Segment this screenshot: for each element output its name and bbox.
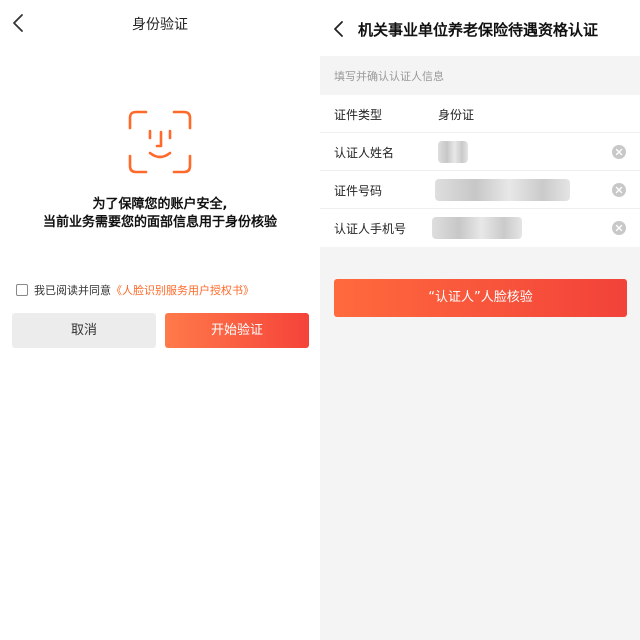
page-title: 机关事业单位养老保险待遇资格认证	[358, 21, 599, 39]
notice-line-2: 当前业务需要您的面部信息用于身份核验	[42, 215, 277, 230]
face-verification-button[interactable]: “认证人”人脸核验	[334, 279, 627, 317]
notice-line-1: 为了保障您的账户安全,	[92, 197, 228, 212]
authorization-agreement-link[interactable]: 《人脸识别服务用户授权书》	[111, 282, 254, 298]
certifier-name-field-blurred[interactable]	[438, 141, 468, 163]
face-scan-icon	[126, 108, 194, 176]
back-arrow-icon[interactable]	[330, 18, 348, 40]
clear-icon[interactable]	[612, 183, 626, 197]
row-phone-number[interactable]: 认证人手机号	[320, 209, 640, 247]
agreement-text: 我已阅读并同意	[34, 284, 111, 297]
page-title: 身份验证	[132, 17, 188, 33]
row-id-number[interactable]: 证件号码	[320, 171, 640, 209]
id-number-label: 证件号码	[334, 184, 383, 198]
phone-number-field-blurred[interactable]	[432, 217, 522, 239]
id-number-field-blurred[interactable]	[435, 179, 570, 201]
pension-certification-screen: 机关事业单位养老保险待遇资格认证 填写并确认认证人信息 证件类型 身份证 认证人…	[320, 0, 640, 640]
clear-icon[interactable]	[612, 145, 626, 159]
certifier-name-label: 认证人姓名	[334, 146, 395, 160]
header: 机关事业单位养老保险待遇资格认证	[320, 0, 640, 56]
id-type-label: 证件类型	[334, 108, 383, 122]
start-verification-button[interactable]: 开始验证	[165, 313, 309, 348]
phone-number-label: 认证人手机号	[334, 222, 407, 236]
agreement-row: 我已阅读并同意 《人脸识别服务用户授权书》	[16, 281, 254, 299]
row-id-type[interactable]: 证件类型 身份证	[320, 95, 640, 133]
row-certifier-name[interactable]: 认证人姓名	[320, 133, 640, 171]
section-hint: 填写并确认认证人信息	[334, 70, 444, 83]
clear-icon[interactable]	[612, 221, 626, 235]
certifier-info-form: 证件类型 身份证 认证人姓名 证件号码 认证人手机号	[320, 95, 640, 247]
agreement-checkbox[interactable]	[16, 284, 28, 296]
security-notice: 为了保障您的账户安全, 当前业务需要您的面部信息用于身份核验	[0, 196, 320, 232]
cancel-button[interactable]: 取消	[12, 313, 156, 348]
identity-verification-screen: 身份验证 为了保障您的账户安全, 当前业务需要您的面部信息用于身份核验 我已阅读…	[0, 0, 320, 640]
id-type-value: 身份证	[438, 108, 475, 122]
